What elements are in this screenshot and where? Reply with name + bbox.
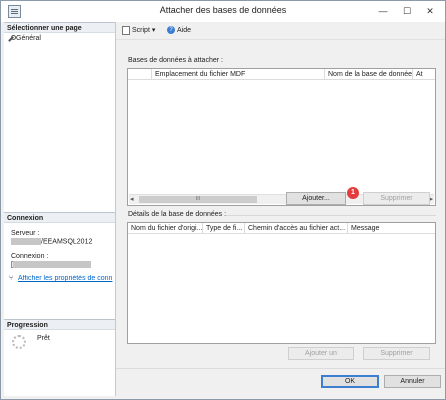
title-bar[interactable]: Attacher des bases de données — ☐ ✕ bbox=[1, 1, 445, 22]
connection-value: [ bbox=[11, 261, 91, 268]
attach-section-label: Bases de données à attacher : bbox=[128, 57, 223, 64]
attach-databases-dialog: Attacher des bases de données — ☐ ✕ Séle… bbox=[0, 0, 446, 400]
redacted-block bbox=[11, 238, 41, 245]
cancel-button[interactable]: Annuler bbox=[384, 375, 441, 388]
details-header-file-type[interactable]: Type de fi... bbox=[203, 223, 245, 234]
details-section-label: Détails de la base de données : bbox=[128, 211, 227, 218]
script-icon bbox=[122, 25, 130, 35]
server-value: /EEAMSQL2012 bbox=[11, 238, 92, 245]
redacted-block bbox=[12, 261, 91, 268]
connection-header: Connexion bbox=[4, 212, 115, 223]
scroll-left-icon[interactable]: ◂ bbox=[130, 195, 134, 204]
toolbar: Script ▾ ? Aide bbox=[116, 22, 445, 40]
add-catalog-button[interactable]: Ajouter un bbox=[288, 347, 354, 360]
add-button[interactable]: Ajouter... bbox=[286, 192, 346, 205]
scroll-right-icon[interactable]: ▸ bbox=[429, 195, 433, 204]
grid-header-mdf-location[interactable]: Emplacement du fichier MDF bbox=[152, 69, 325, 80]
connection-properties-link[interactable]: Afficher les propriétés de conn bbox=[18, 275, 112, 282]
grid-header-select bbox=[128, 69, 152, 80]
chevron-down-icon[interactable]: ▾ bbox=[152, 27, 156, 34]
main-panel: Script ▾ ? Aide Bases de données à attach… bbox=[116, 22, 445, 399]
details-remove-button[interactable]: Supprimer bbox=[363, 347, 430, 360]
minimize-button[interactable]: — bbox=[374, 4, 392, 18]
connection-properties-icon: ⑂ bbox=[9, 275, 14, 282]
details-header-message[interactable]: Message bbox=[348, 223, 435, 234]
wrench-icon bbox=[7, 34, 16, 42]
close-button[interactable]: ✕ bbox=[419, 4, 441, 18]
scrollbar-thumb[interactable]: III bbox=[139, 196, 257, 203]
progress-spinner-icon bbox=[12, 335, 26, 349]
script-button[interactable]: Script ▾ bbox=[122, 25, 155, 36]
grid-header-attach-as[interactable]: At bbox=[413, 69, 435, 80]
select-page-header: Sélectionner une page bbox=[4, 22, 115, 33]
page-item-general[interactable]: Général bbox=[7, 34, 41, 44]
section-divider bbox=[226, 215, 436, 216]
server-label: Serveur : bbox=[11, 230, 40, 237]
maximize-button[interactable]: ☐ bbox=[398, 4, 416, 18]
help-icon: ? bbox=[167, 26, 175, 35]
progress-status: Prêt bbox=[37, 335, 50, 342]
remove-button[interactable]: Supprimer bbox=[363, 192, 430, 205]
grid-header-db-name[interactable]: Nom de la base de données bbox=[325, 69, 413, 80]
left-panel: Sélectionner une page Général Connexion … bbox=[4, 22, 116, 396]
details-header-current-path[interactable]: Chemin d'accès au fichier act... bbox=[245, 223, 348, 234]
ok-button[interactable]: OK bbox=[321, 375, 379, 388]
database-details-grid[interactable]: Nom du fichier d'origi... Type de fi... … bbox=[127, 222, 436, 344]
page-item-label: Général bbox=[16, 35, 41, 42]
step-badge: 1 bbox=[347, 187, 359, 199]
connection-label: Connexion : bbox=[11, 253, 49, 260]
footer-divider bbox=[116, 368, 445, 369]
connection-properties-row: ⑂ Afficher les propriétés de conn bbox=[9, 275, 114, 282]
progress-header: Progression bbox=[4, 319, 115, 330]
help-button[interactable]: ? Aide bbox=[167, 25, 191, 36]
attach-databases-grid[interactable]: Emplacement du fichier MDF Nom de la bas… bbox=[127, 68, 436, 206]
details-header-original-file[interactable]: Nom du fichier d'origi... bbox=[128, 223, 203, 234]
